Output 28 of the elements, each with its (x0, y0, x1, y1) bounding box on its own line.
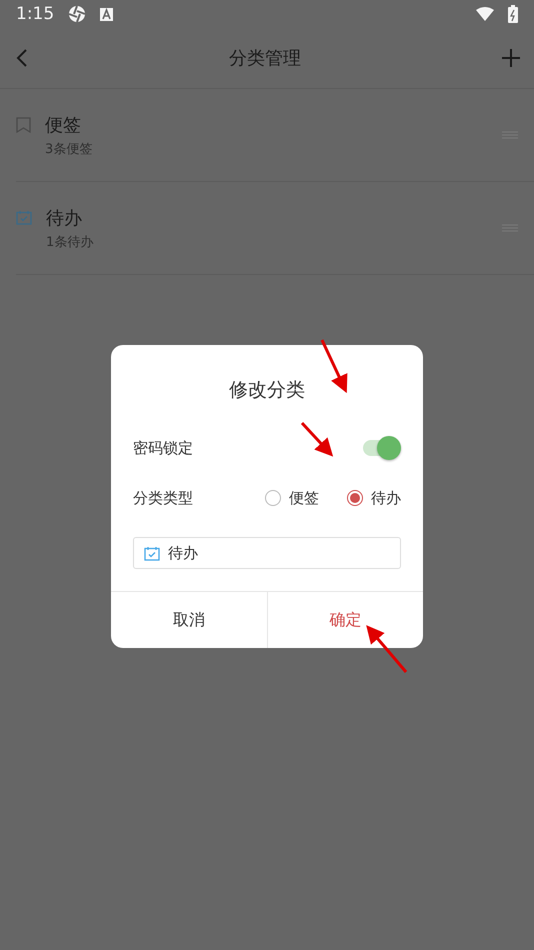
category-name: 待办 (46, 206, 83, 230)
aperture-icon (68, 5, 86, 23)
cancel-button[interactable]: 取消 (111, 592, 266, 648)
category-field[interactable]: 待办 (133, 537, 401, 569)
annotation-arrow (366, 625, 408, 673)
calendar-check-icon (16, 210, 32, 225)
category-name: 便签 (45, 114, 82, 136)
radio-button[interactable] (265, 490, 281, 506)
lock-label: 密码锁定 (133, 438, 193, 458)
radio-button[interactable] (347, 490, 363, 506)
calendar-check-icon (144, 546, 160, 560)
radio-label: 便签 (289, 488, 319, 508)
radio-label: 待办 (371, 488, 401, 508)
category-count: 3条便签 (45, 140, 94, 158)
status-time: 1:15 (16, 4, 54, 24)
dialog-title: 修改分类 (229, 379, 305, 401)
annotation-arrow (320, 339, 348, 394)
back-icon[interactable] (16, 48, 28, 68)
add-icon[interactable] (502, 49, 520, 67)
confirm-button[interactable]: 确定 (266, 592, 423, 648)
page-title: 分类管理 (229, 47, 301, 70)
bookmark-icon (16, 117, 31, 133)
battery-icon (508, 5, 518, 23)
wifi-icon (476, 7, 494, 21)
font-icon (100, 8, 114, 20)
type-label: 分类类型 (133, 488, 193, 508)
annotation-arrow (300, 422, 334, 457)
category-count: 1条待办 (46, 234, 94, 250)
